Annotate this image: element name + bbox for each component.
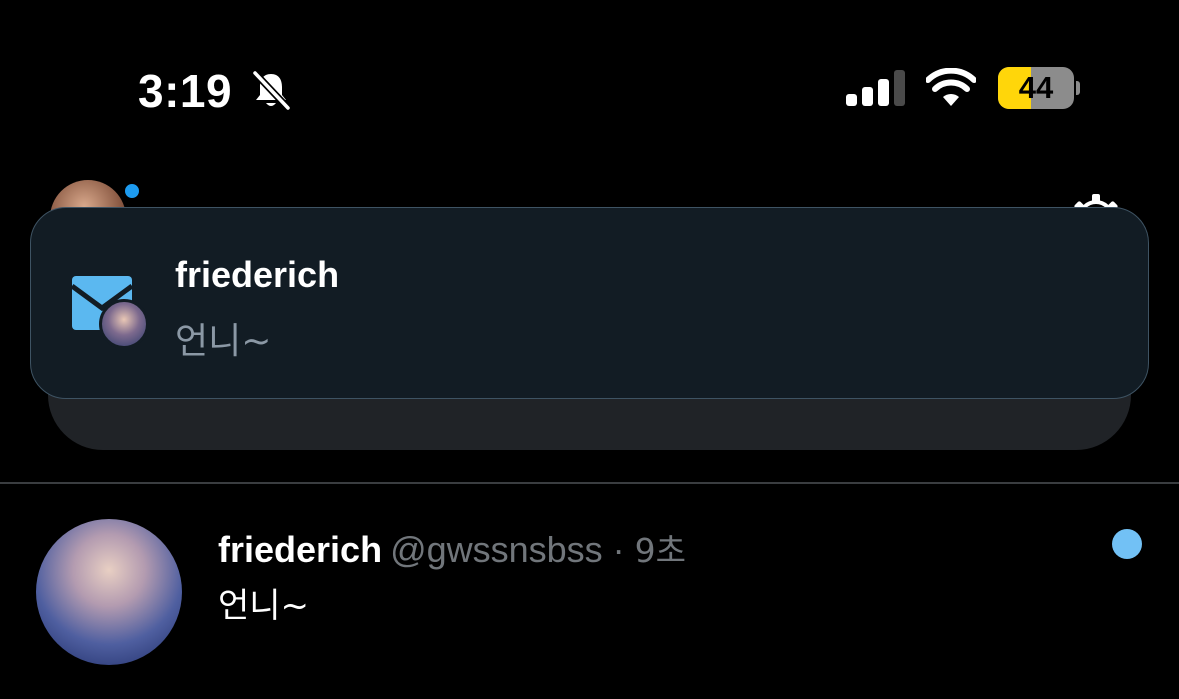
unread-indicator bbox=[1112, 529, 1142, 559]
wifi-icon bbox=[926, 68, 976, 106]
battery-icon: 44 bbox=[998, 67, 1080, 109]
conversation-time: 9초 bbox=[634, 531, 687, 570]
separator: · bbox=[612, 529, 625, 570]
battery-percent: 44 bbox=[1018, 70, 1054, 105]
conversation-avatar[interactable] bbox=[36, 519, 182, 665]
conversation-handle: @gwssnsbss bbox=[390, 529, 603, 570]
notification-banner[interactable] bbox=[30, 207, 1149, 399]
conversation-preview: 언니~ bbox=[218, 586, 310, 626]
status-time: 3:19 bbox=[138, 65, 233, 117]
bell-slash-icon bbox=[252, 70, 291, 110]
divider bbox=[0, 482, 1179, 484]
notification-body: 언니~ bbox=[175, 321, 272, 362]
notification-dot bbox=[121, 180, 143, 202]
cellular-signal-icon bbox=[846, 70, 905, 106]
notification-sender: friederich bbox=[175, 254, 340, 295]
sender-avatar bbox=[99, 299, 149, 349]
conversation-name: friederich bbox=[218, 529, 383, 570]
conversation-header[interactable]: friederich @gwssnsbss · 9초 bbox=[218, 524, 686, 572]
